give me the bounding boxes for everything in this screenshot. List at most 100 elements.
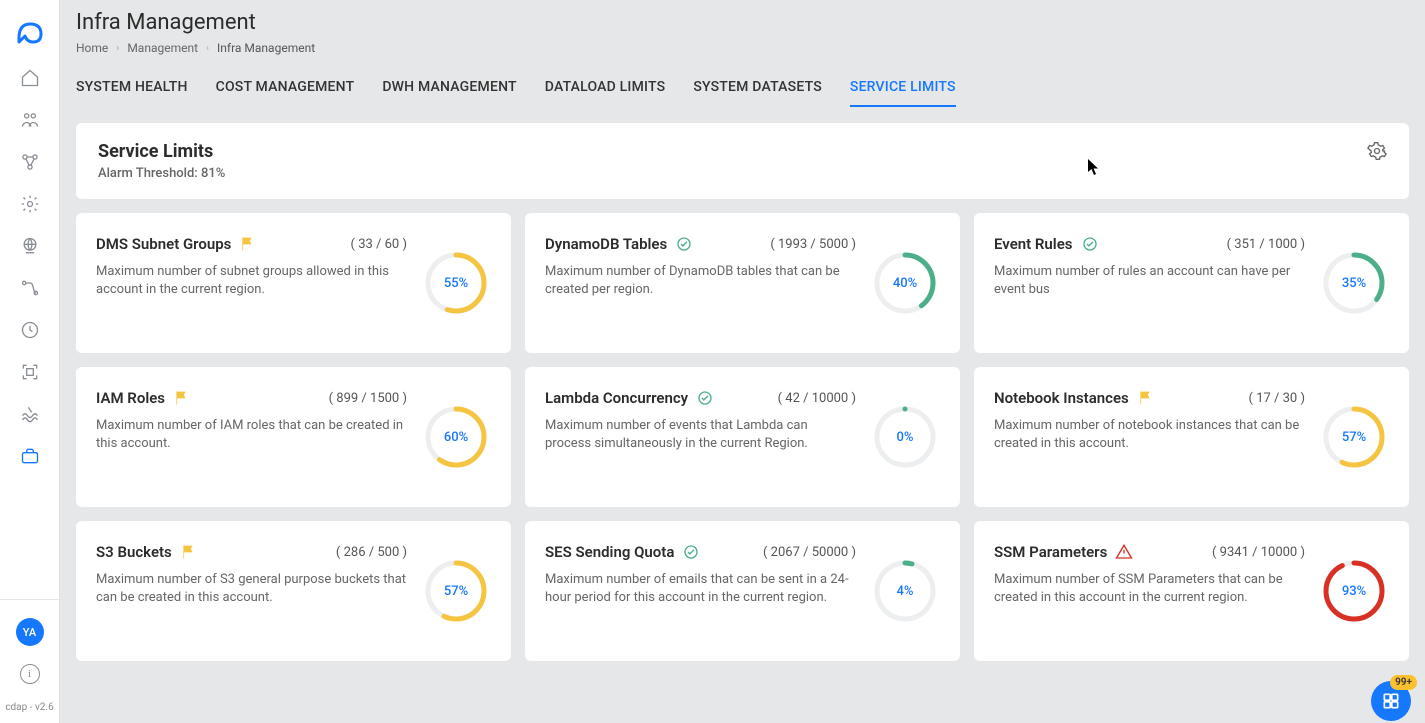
panel-header: Service Limits Alarm Threshold: 81% [76, 123, 1409, 199]
nav-home-icon[interactable] [20, 68, 40, 88]
nav-briefcase-icon[interactable] [20, 446, 40, 466]
fab-badge: 99+ [1390, 675, 1417, 690]
check-circle-icon [682, 543, 700, 561]
card-description: Maximum number of emails that can be sen… [545, 571, 856, 607]
usage-donut: 57% [423, 558, 489, 624]
nav-clock-icon[interactable] [20, 320, 40, 340]
check-circle-icon [1081, 235, 1099, 253]
service-limit-card[interactable]: Event Rules ( 351 / 1000 ) Maximum number … [974, 213, 1409, 353]
card-description: Maximum number of S3 general purpose buc… [96, 571, 407, 607]
usage-percent: 55% [423, 250, 489, 316]
tabs: SYSTEM HEALTH COST MANAGEMENT DWH MANAGEME… [60, 69, 1425, 107]
nav-icons [20, 68, 40, 599]
nav-users-icon[interactable] [20, 110, 40, 130]
check-circle-icon [675, 235, 693, 253]
service-limit-card[interactable]: S3 Buckets ( 286 / 500 ) Maximum number of… [76, 521, 511, 661]
avatar[interactable]: YA [16, 618, 44, 646]
nav-flow-icon[interactable] [20, 278, 40, 298]
card-title: DynamoDB Tables [545, 235, 667, 253]
usage-donut: 0% [872, 404, 938, 470]
nav-wave-icon[interactable] [20, 404, 40, 424]
flag-icon [173, 389, 191, 407]
chevron-right-icon: › [116, 43, 119, 54]
header: Infra Management Home › Management › Inf… [60, 0, 1425, 55]
card-count: ( 286 / 500 ) [336, 545, 407, 560]
nav-scan-icon[interactable] [20, 362, 40, 382]
breadcrumb-item-current: Infra Management [217, 41, 315, 55]
service-limit-card[interactable]: IAM Roles( 899 / 1500 )Maximum number of… [76, 367, 511, 507]
card-title: SES Sending Quota [545, 543, 674, 561]
usage-percent: 0% [872, 404, 938, 470]
card-title: S3 Buckets [96, 543, 172, 561]
service-limit-card[interactable]: Notebook Instances ( 17 / 30 ) Maximum num… [974, 367, 1409, 507]
chevron-right-icon: › [206, 43, 209, 54]
card-title: IAM Roles [96, 389, 165, 407]
card-count: ( 42 / 10000 ) [778, 391, 856, 406]
breadcrumb-item[interactable]: Management [127, 41, 198, 55]
card-description: Maximum number of SSM Parameters that ca… [994, 571, 1305, 607]
card-title: Lambda Concurrency [545, 389, 688, 407]
card-title: Notebook Instances [994, 389, 1129, 407]
check-circle-icon [696, 389, 714, 407]
usage-percent: 35% [1321, 250, 1387, 316]
flag-icon [180, 543, 198, 561]
tab-dataload-limits[interactable]: DATALOAD LIMITS [545, 69, 666, 107]
breadcrumb-item[interactable]: Home [76, 41, 108, 55]
tab-cost-management[interactable]: COST MANAGEMENT [216, 69, 355, 107]
alert-triangle-icon [1115, 543, 1133, 561]
usage-percent: 57% [1321, 404, 1387, 470]
nav-globe-icon[interactable] [20, 236, 40, 256]
service-limit-card[interactable]: DynamoDB Tables ( 1993 / 5000 ) Maximum nu… [525, 213, 960, 353]
usage-percent: 60% [423, 404, 489, 470]
version-label: cdap - v2.6 [5, 702, 53, 713]
service-limit-card[interactable]: Lambda Concurrency ( 42 / 10000 ) Maximum … [525, 367, 960, 507]
card-count: ( 351 / 1000 ) [1227, 237, 1305, 252]
tab-system-datasets[interactable]: SYSTEM DATASETS [693, 69, 822, 107]
usage-donut: 55% [423, 250, 489, 316]
usage-donut: 93% [1321, 558, 1387, 624]
card-description: Maximum number of notebook instances tha… [994, 417, 1305, 453]
card-title: DMS Subnet Groups [96, 235, 231, 253]
card-description: Maximum number of rules an account can h… [994, 263, 1305, 299]
page-title: Infra Management [76, 10, 1409, 35]
card-description: Maximum number of IAM roles that can be … [96, 417, 407, 453]
usage-percent: 57% [423, 558, 489, 624]
panel-title: Service Limits [98, 141, 225, 162]
usage-donut: 35% [1321, 250, 1387, 316]
card-count: ( 9341 / 10000 ) [1212, 545, 1305, 560]
flag-icon [1137, 389, 1155, 407]
card-title: SSM Parameters [994, 543, 1107, 561]
tab-dwh-management[interactable]: DWH MANAGEMENT [382, 69, 516, 107]
info-icon[interactable]: i [20, 664, 40, 684]
alarm-threshold-label: Alarm Threshold: 81% [98, 166, 225, 181]
tab-system-health[interactable]: SYSTEM HEALTH [76, 69, 188, 107]
flag-icon [239, 235, 257, 253]
card-description: Maximum number of events that Lambda can… [545, 417, 856, 453]
app-logo[interactable] [15, 18, 45, 50]
card-title: Event Rules [994, 235, 1073, 253]
card-count: ( 1993 / 5000 ) [770, 237, 856, 252]
sidebar: YA i cdap - v2.6 [0, 0, 60, 723]
service-limit-card[interactable]: DMS Subnet Groups ( 33 / 60 ) Maximum numb… [76, 213, 511, 353]
card-description: Maximum number of DynamoDB tables that c… [545, 263, 856, 299]
nav-settings-icon[interactable] [20, 194, 40, 214]
help-fab[interactable]: 99+ [1371, 681, 1411, 721]
card-count: ( 33 / 60 ) [351, 237, 407, 252]
content: Service Limits Alarm Threshold: 81% DMS … [60, 107, 1425, 677]
usage-percent: 40% [872, 250, 938, 316]
gear-icon[interactable] [1367, 141, 1387, 165]
cards-grid: DMS Subnet Groups ( 33 / 60 ) Maximum numb… [76, 213, 1409, 661]
main: Infra Management Home › Management › Inf… [60, 0, 1425, 723]
service-limit-card[interactable]: SSM Parameters ( 9341 / 10000 ) Maximum nu… [974, 521, 1409, 661]
service-limit-card[interactable]: SES Sending Quota ( 2067 / 50000 ) Maximum… [525, 521, 960, 661]
card-count: ( 17 / 30 ) [1249, 391, 1305, 406]
nav-nodes-icon[interactable] [20, 152, 40, 172]
card-description: Maximum number of subnet groups allowed … [96, 263, 407, 299]
usage-donut: 60% [423, 404, 489, 470]
tab-service-limits[interactable]: SERVICE LIMITS [850, 69, 956, 107]
usage-donut: 57% [1321, 404, 1387, 470]
sidebar-bottom: YA i cdap - v2.6 [0, 599, 59, 723]
card-count: ( 2067 / 50000 ) [763, 545, 856, 560]
breadcrumb: Home › Management › Infra Management [76, 41, 1409, 55]
usage-percent: 4% [872, 558, 938, 624]
